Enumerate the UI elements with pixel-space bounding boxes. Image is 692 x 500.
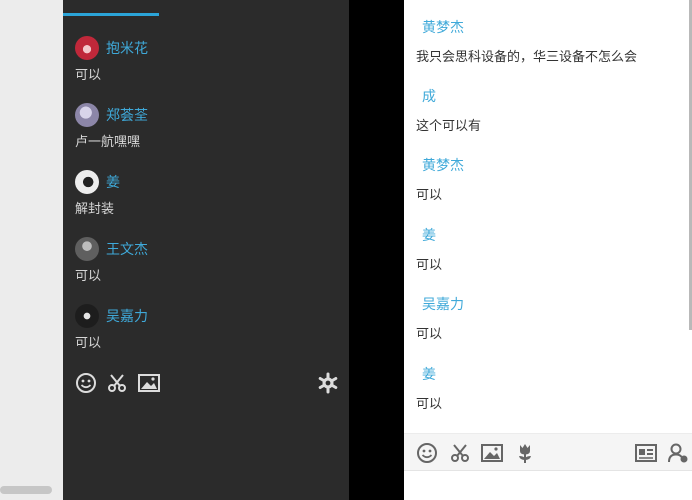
chat-message: 黄梦杰 我只会思科设备的，华三设备不怎么会 (416, 19, 637, 67)
avatar[interactable] (75, 170, 99, 194)
chat-message: 姜 可以 (416, 227, 442, 275)
chat-message: 王文杰 可以 (75, 236, 148, 286)
message-text: 解封装 (75, 202, 115, 217)
sender-name[interactable]: 成 (416, 88, 481, 106)
chat-message: 姜 解封装 (75, 169, 120, 219)
message-text: 我只会思科设备的，华三设备不怎么会 (416, 50, 638, 65)
message-text: 这个可以有 (416, 119, 482, 134)
avatar[interactable] (75, 103, 99, 127)
light-chat-panel: 黄梦杰 我只会思科设备的，华三设备不怎么会 成 这个可以有 黄梦杰 可以 姜 可… (404, 0, 692, 500)
card-icon[interactable] (634, 443, 658, 463)
chat-message: 郑荟荃 卢一航嘿嘿 (75, 102, 148, 152)
sender-name[interactable]: 姜 (416, 227, 442, 245)
sender-name[interactable]: 抱米花 (106, 38, 148, 58)
sender-name[interactable]: 黄梦杰 (416, 19, 637, 37)
sender-name[interactable]: 吴嘉力 (106, 306, 148, 326)
message-text: 可以 (416, 327, 443, 342)
chat-message: 抱米花 可以 (75, 35, 148, 85)
message-text: 可以 (75, 269, 102, 284)
active-tab-indicator (63, 13, 159, 16)
sender-name[interactable]: 王文杰 (106, 239, 148, 259)
emoji-icon[interactable] (416, 442, 438, 464)
gear-icon[interactable] (317, 372, 339, 394)
avatar[interactable] (75, 36, 99, 60)
horizontal-scrollbar[interactable] (0, 486, 52, 494)
chat-message: 吴嘉力 可以 (75, 303, 148, 353)
emoji-icon[interactable] (75, 372, 97, 394)
message-text: 可以 (416, 258, 443, 273)
message-text: 卢一航嘿嘿 (75, 135, 141, 150)
sender-name[interactable]: 黄梦杰 (416, 157, 464, 175)
message-text: 可以 (75, 68, 102, 83)
scissors-icon[interactable] (106, 372, 128, 394)
avatar[interactable] (75, 237, 99, 261)
avatar[interactable] (75, 304, 99, 328)
flower-icon[interactable] (515, 442, 535, 464)
sender-name[interactable]: 郑荟荃 (106, 105, 148, 125)
chat-message: 吴嘉力 可以 (416, 296, 464, 344)
chat-message: 黄梦杰 可以 (416, 157, 464, 205)
chat-message: 姜 可以 (416, 366, 442, 414)
sender-name[interactable]: 吴嘉力 (416, 296, 464, 314)
message-text: 可以 (416, 188, 443, 203)
input-toolbar (404, 433, 692, 471)
dark-chat-panel: 抱米花 可以 郑荟荃 卢一航嘿嘿 姜 解封装 王文杰 可以 吴嘉力 可以 (63, 0, 349, 500)
sender-name[interactable]: 姜 (106, 172, 120, 192)
scissors-icon[interactable] (449, 442, 471, 464)
message-text: 可以 (416, 397, 443, 412)
image-icon[interactable] (480, 443, 504, 463)
sender-name[interactable]: 姜 (416, 366, 442, 384)
message-text: 可以 (75, 336, 102, 351)
image-icon[interactable] (137, 373, 161, 393)
background-window (0, 0, 63, 500)
contact-icon[interactable] (667, 442, 689, 464)
chat-message: 成 这个可以有 (416, 88, 481, 136)
